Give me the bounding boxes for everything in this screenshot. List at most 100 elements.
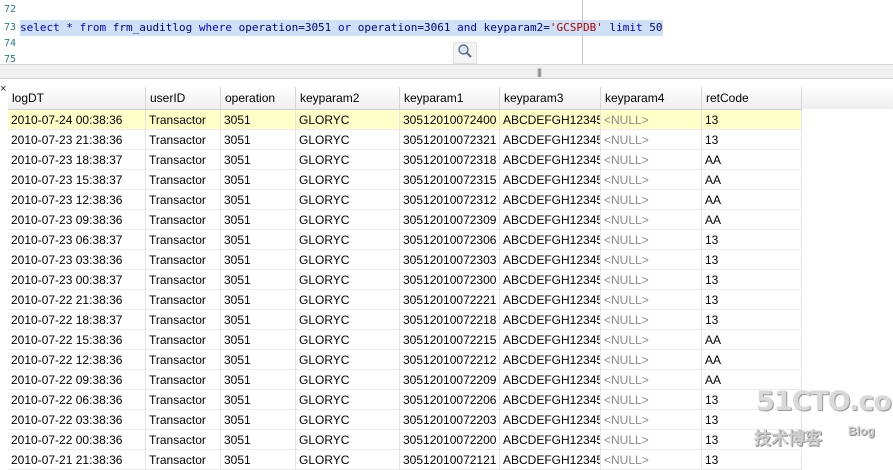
table-cell[interactable]: ABCDEFGH12345	[500, 410, 601, 430]
table-row[interactable]: 2010-07-22 18:38:37 Transactor 3051 GLORYC 3…	[8, 310, 893, 330]
table-cell[interactable]: <NULL>	[601, 430, 702, 450]
table-cell[interactable]: GLORYC	[296, 130, 400, 150]
table-cell[interactable]: 3051	[221, 390, 296, 410]
table-cell[interactable]: GLORYC	[296, 410, 400, 430]
table-cell[interactable]: Transactor	[146, 330, 221, 350]
table-row[interactable]: 2010-07-24 00:38:36 Transactor 3051 GLORYC 3…	[8, 110, 893, 130]
table-cell[interactable]: 30512010072303	[400, 250, 500, 270]
table-cell[interactable]: Transactor	[146, 190, 221, 210]
table-row[interactable]: 2010-07-23 03:38:36 Transactor 3051 GLORYC 3…	[8, 250, 893, 270]
table-cell[interactable]: GLORYC	[296, 170, 400, 190]
table-cell[interactable]: 13	[702, 450, 802, 470]
table-cell[interactable]: 30512010072215	[400, 330, 500, 350]
table-cell[interactable]: 30512010072206	[400, 390, 500, 410]
table-cell[interactable]: ABCDEFGH12345	[500, 210, 601, 230]
table-cell[interactable]: Transactor	[146, 350, 221, 370]
table-cell[interactable]: <NULL>	[601, 310, 702, 330]
table-cell[interactable]: ABCDEFGH12345	[500, 170, 601, 190]
table-cell[interactable]: <NULL>	[601, 410, 702, 430]
table-cell[interactable]: ABCDEFGH12345	[500, 390, 601, 410]
table-cell[interactable]: 30512010072318	[400, 150, 500, 170]
table-cell[interactable]: GLORYC	[296, 150, 400, 170]
table-cell[interactable]: Transactor	[146, 390, 221, 410]
table-cell[interactable]: GLORYC	[296, 450, 400, 470]
table-cell[interactable]: GLORYC	[296, 350, 400, 370]
table-cell[interactable]: 3051	[221, 250, 296, 270]
table-cell[interactable]: 3051	[221, 410, 296, 430]
table-cell[interactable]: 2010-07-23 15:38:37	[8, 170, 146, 190]
table-cell[interactable]: <NULL>	[601, 170, 702, 190]
table-cell[interactable]: 2010-07-24 00:38:36	[8, 110, 146, 130]
table-row[interactable]: 2010-07-23 18:38:37 Transactor 3051 GLORYC 3…	[8, 150, 893, 170]
table-cell[interactable]: 3051	[221, 450, 296, 470]
table-cell[interactable]: 30512010072200	[400, 430, 500, 450]
table-cell[interactable]: <NULL>	[601, 130, 702, 150]
table-cell[interactable]: 2010-07-23 18:38:37	[8, 150, 146, 170]
table-cell[interactable]: 30512010072203	[400, 410, 500, 430]
table-cell[interactable]: 2010-07-22 06:38:36	[8, 390, 146, 410]
table-cell[interactable]: 13	[702, 110, 802, 130]
table-row[interactable]: 2010-07-22 12:38:36 Transactor 3051 GLORYC 3…	[8, 350, 893, 370]
table-cell[interactable]: <NULL>	[601, 330, 702, 350]
table-cell[interactable]: 2010-07-22 12:38:36	[8, 350, 146, 370]
table-cell[interactable]: <NULL>	[601, 350, 702, 370]
table-cell[interactable]: ABCDEFGH12345	[500, 130, 601, 150]
table-cell[interactable]: 3051	[221, 430, 296, 450]
table-cell[interactable]: 3051	[221, 350, 296, 370]
table-cell[interactable]: AA	[702, 150, 802, 170]
table-cell[interactable]: 2010-07-21 21:38:36	[8, 450, 146, 470]
table-cell[interactable]: GLORYC	[296, 250, 400, 270]
zoom-button[interactable]	[453, 42, 477, 64]
table-cell[interactable]: 13	[702, 310, 802, 330]
table-cell[interactable]: 2010-07-23 09:38:36	[8, 210, 146, 230]
table-cell[interactable]: Transactor	[146, 270, 221, 290]
table-cell[interactable]: <NULL>	[601, 290, 702, 310]
table-cell[interactable]: ABCDEFGH12345	[500, 430, 601, 450]
table-cell[interactable]: GLORYC	[296, 290, 400, 310]
table-cell[interactable]: ABCDEFGH12345	[500, 150, 601, 170]
table-cell[interactable]: 2010-07-22 00:38:36	[8, 430, 146, 450]
table-row[interactable]: 2010-07-23 12:38:36 Transactor 3051 GLORYC 3…	[8, 190, 893, 210]
table-cell[interactable]: 2010-07-23 12:38:36	[8, 190, 146, 210]
sql-editor[interactable]: 72 73 74 75 select * from frm_auditlog w…	[0, 0, 893, 65]
table-cell[interactable]: Transactor	[146, 410, 221, 430]
table-cell[interactable]: GLORYC	[296, 370, 400, 390]
table-cell[interactable]: <NULL>	[601, 150, 702, 170]
table-cell[interactable]: AA	[702, 190, 802, 210]
table-cell[interactable]: Transactor	[146, 150, 221, 170]
table-cell[interactable]: Transactor	[146, 170, 221, 190]
table-cell[interactable]: 30512010072315	[400, 170, 500, 190]
table-cell[interactable]: ABCDEFGH12345	[500, 230, 601, 250]
table-cell[interactable]: 30512010072121	[400, 450, 500, 470]
table-cell[interactable]: 30512010072321	[400, 130, 500, 150]
table-cell[interactable]: ABCDEFGH12345	[500, 330, 601, 350]
table-cell[interactable]: 2010-07-23 21:38:36	[8, 130, 146, 150]
table-row[interactable]: 2010-07-23 00:38:37 Transactor 3051 GLORYC 3…	[8, 270, 893, 290]
table-cell[interactable]: ABCDEFGH12345	[500, 270, 601, 290]
table-cell[interactable]: 3051	[221, 150, 296, 170]
pane-splitter[interactable]: |||	[0, 65, 893, 79]
table-cell[interactable]: GLORYC	[296, 330, 400, 350]
table-row[interactable]: 2010-07-22 21:38:36 Transactor 3051 GLORYC 3…	[8, 290, 893, 310]
table-cell[interactable]: 13	[702, 230, 802, 250]
table-row[interactable]: 2010-07-22 15:38:36 Transactor 3051 GLORYC 3…	[8, 330, 893, 350]
table-cell[interactable]: <NULL>	[601, 250, 702, 270]
table-cell[interactable]: ABCDEFGH12345	[500, 450, 601, 470]
table-cell[interactable]: 2010-07-22 18:38:37	[8, 310, 146, 330]
table-cell[interactable]: Transactor	[146, 230, 221, 250]
table-cell[interactable]: 30512010072300	[400, 270, 500, 290]
table-cell[interactable]: <NULL>	[601, 230, 702, 250]
table-cell[interactable]: AA	[702, 170, 802, 190]
table-cell[interactable]: GLORYC	[296, 310, 400, 330]
table-cell[interactable]: <NULL>	[601, 110, 702, 130]
table-row[interactable]: 2010-07-23 21:38:36 Transactor 3051 GLORYC 3…	[8, 130, 893, 150]
table-cell[interactable]: ABCDEFGH12345	[500, 290, 601, 310]
table-cell[interactable]: 3051	[221, 190, 296, 210]
table-cell[interactable]: 30512010072400	[400, 110, 500, 130]
table-cell[interactable]: 2010-07-23 03:38:36	[8, 250, 146, 270]
table-cell[interactable]: 3051	[221, 270, 296, 290]
table-cell[interactable]: <NULL>	[601, 190, 702, 210]
table-cell[interactable]: ABCDEFGH12345	[500, 310, 601, 330]
column-header-retcode[interactable]: retCode	[702, 87, 802, 109]
table-row[interactable]: 2010-07-23 09:38:36 Transactor 3051 GLORYC 3…	[8, 210, 893, 230]
